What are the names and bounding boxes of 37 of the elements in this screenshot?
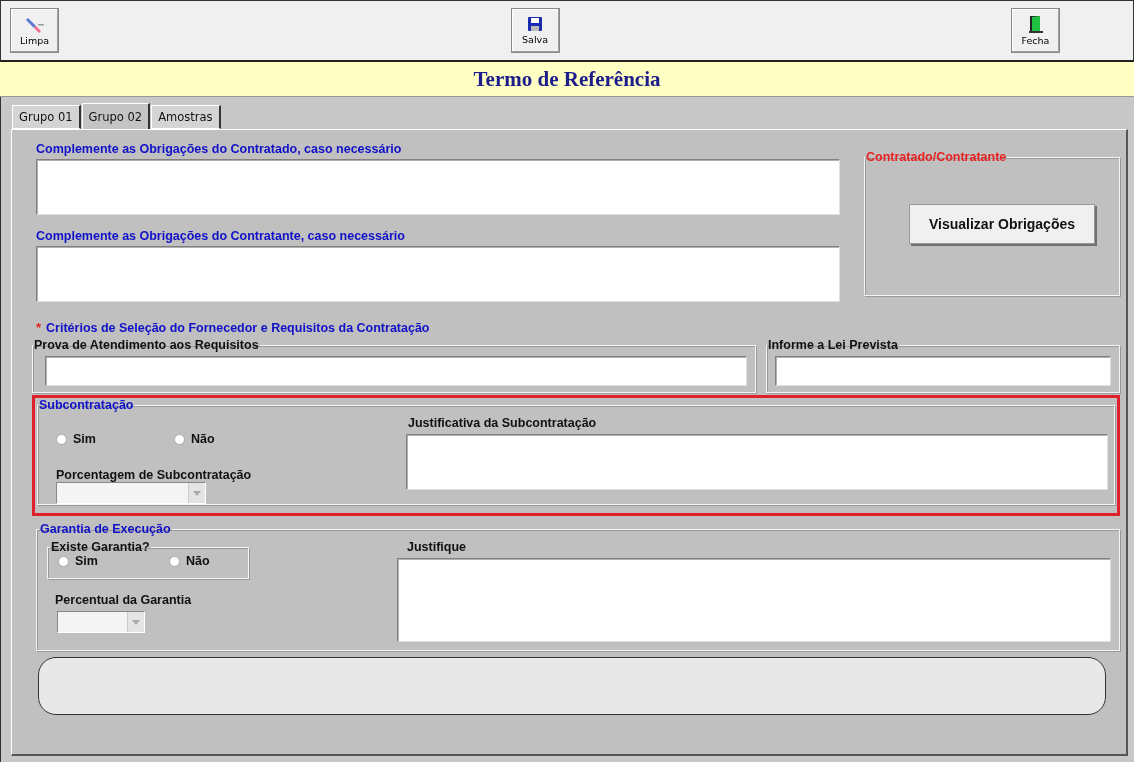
text-area[interactable] xyxy=(36,246,840,302)
field-label: Complemente as Obrigações do Contratante, caso necessário xyxy=(36,229,406,243)
group-legend: Subcontratação xyxy=(38,398,135,412)
field-label: Justificativa da Subcontratação xyxy=(408,416,598,430)
field-label: Porcentagem de Subcontratação xyxy=(56,468,253,482)
text-field[interactable] xyxy=(775,356,1111,386)
group-legend: Contratado/Contratante xyxy=(865,150,1008,164)
text-field[interactable] xyxy=(45,356,747,386)
radio-option[interactable]: Não xyxy=(169,554,240,568)
toolbar-button[interactable]: Fecha xyxy=(1011,8,1060,53)
required-asterisk: * xyxy=(36,320,42,335)
eraser-icon xyxy=(25,15,44,33)
tab[interactable]: Grupo 01 xyxy=(12,105,81,129)
text-area[interactable] xyxy=(36,159,840,215)
text-area[interactable] xyxy=(406,434,1108,490)
field-label: Justifique xyxy=(407,540,468,554)
toolbar-button[interactable]: Salva xyxy=(510,8,560,53)
group-legend: Informe a Lei Prevista xyxy=(767,338,899,352)
field-label: Percentual da Garantia xyxy=(55,593,193,607)
radio-option[interactable]: Não xyxy=(174,432,252,446)
dropdown[interactable] xyxy=(57,611,145,633)
group-legend: Garantia de Execução xyxy=(39,522,172,536)
text-area[interactable] xyxy=(397,558,1111,642)
toolbar-button[interactable]: Limpa xyxy=(10,8,59,53)
door-icon xyxy=(1028,15,1043,33)
tab[interactable]: Amostras xyxy=(151,105,221,129)
form-title: Termo de Referência xyxy=(473,66,661,92)
tab[interactable]: Grupo 02 xyxy=(81,103,151,129)
save-icon xyxy=(527,16,543,32)
section-title: Critérios de Seleção do Fornecedor e Requisitos da Contratação xyxy=(46,321,430,335)
dropdown[interactable] xyxy=(56,482,206,504)
radio-option[interactable]: Sim xyxy=(56,432,134,446)
radio-option[interactable]: Sim xyxy=(58,554,129,568)
group-legend: Prova de Atendimento aos Requisitos xyxy=(33,338,260,352)
group-legend: Existe Garantia? xyxy=(50,540,151,554)
view-obligations-button[interactable]: Visualizar Obrigações xyxy=(909,204,1095,244)
field-label: Complemente as Obrigações do Contratado, caso necessário xyxy=(36,142,403,156)
